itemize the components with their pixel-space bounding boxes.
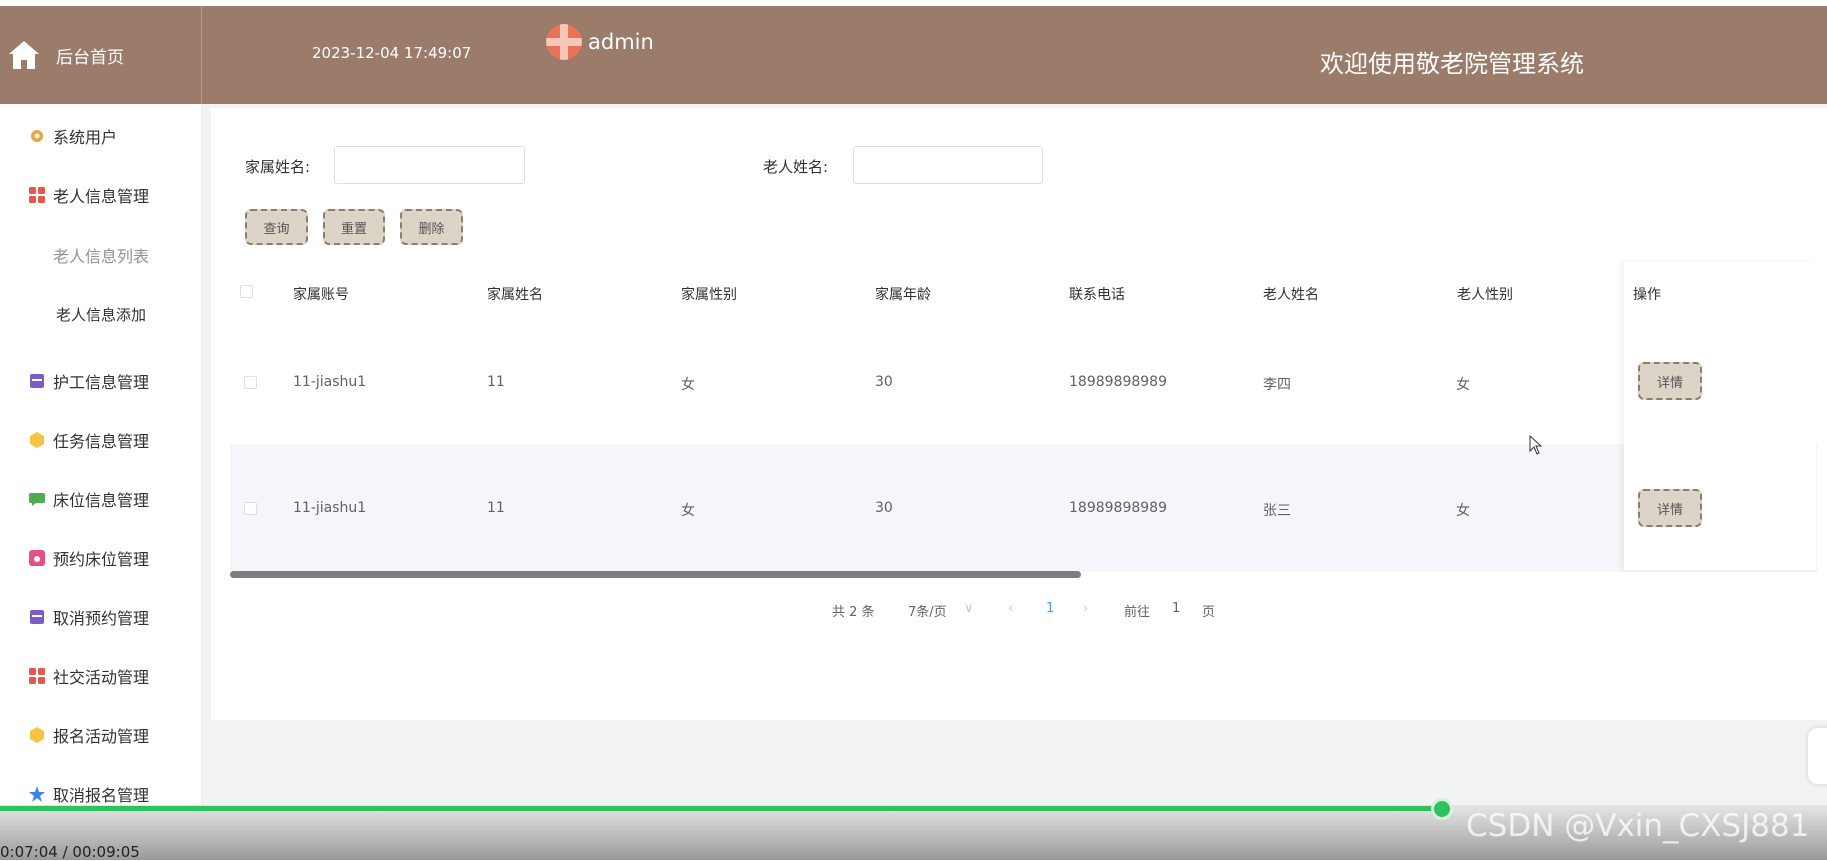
cell-elder-name: 李四 xyxy=(1263,377,1291,393)
col-header-family-gender: 家属性别 xyxy=(681,287,737,303)
star-icon xyxy=(29,786,45,802)
gear-icon xyxy=(31,130,43,142)
grid-icon xyxy=(29,668,45,684)
sidebar-item-label: 社交活动管理 xyxy=(53,668,150,687)
cell-elder-name: 张三 xyxy=(1263,503,1291,519)
cell-phone: 18989898989 xyxy=(1069,500,1167,516)
pagination-total: 共 2 条 xyxy=(832,605,875,620)
sidebar-item-elder-info[interactable]: 老人信息管理 xyxy=(0,175,202,215)
col-header-phone: 联系电话 xyxy=(1069,287,1125,303)
sidebar-item-caregiver[interactable]: 护工信息管理 xyxy=(0,361,202,401)
cell-phone: 18989898989 xyxy=(1069,374,1167,390)
family-name-input[interactable] xyxy=(334,146,525,184)
cell-family-name: 11 xyxy=(487,500,505,516)
welcome-title: 欢迎使用敬老院管理系统 xyxy=(1320,50,1584,78)
cube-icon xyxy=(30,727,44,743)
prev-page-icon[interactable]: ‹ xyxy=(1008,601,1013,616)
box-icon xyxy=(30,610,44,624)
col-header-family-age: 家属年龄 xyxy=(875,287,931,303)
sidebar-item-social-activity[interactable]: 社交活动管理 xyxy=(0,656,202,696)
sidebar-item-label: 老人信息列表 xyxy=(52,247,149,266)
avatar xyxy=(546,24,582,60)
elder-name-label: 老人姓名: xyxy=(763,158,829,176)
table-row-alt-bg xyxy=(230,444,1817,572)
floating-help-button[interactable] xyxy=(1808,728,1827,784)
next-page-icon[interactable]: › xyxy=(1083,601,1088,616)
goto-label: 前往 xyxy=(1124,605,1151,620)
camera-icon xyxy=(29,550,45,566)
cell-family-gender: 女 xyxy=(681,503,695,519)
sidebar-item-label: 报名活动管理 xyxy=(53,727,150,746)
cell-family-age: 30 xyxy=(875,374,893,390)
row-checkbox[interactable] xyxy=(244,502,257,515)
sidebar-item-signup-activity[interactable]: 报名活动管理 xyxy=(0,715,202,755)
family-name-label: 家属姓名: xyxy=(245,158,311,176)
home-label: 后台首页 xyxy=(56,47,124,68)
col-header-elder-name: 老人姓名 xyxy=(1263,287,1319,303)
col-header-family-name: 家属姓名 xyxy=(487,287,543,303)
row-checkbox[interactable] xyxy=(244,376,257,389)
sidebar-item-label: 取消预约管理 xyxy=(53,609,150,628)
datetime-display: 2023-12-04 17:49:07 xyxy=(312,44,472,62)
detail-button[interactable]: 详情 xyxy=(1638,362,1702,400)
chevron-down-icon[interactable]: ∨ xyxy=(964,601,974,616)
col-header-family-account: 家属账号 xyxy=(293,287,349,303)
horizontal-scrollbar[interactable] xyxy=(230,571,1081,578)
delete-button[interactable]: 删除 xyxy=(400,209,463,245)
page-size-select[interactable]: 7条/页 xyxy=(908,601,947,620)
sidebar-item-cancel-booking[interactable]: 取消预约管理 xyxy=(0,597,202,637)
page-number-current[interactable]: 1 xyxy=(1046,601,1054,616)
cell-family-account: 11-jiashu1 xyxy=(293,374,367,390)
username: admin xyxy=(588,30,654,54)
sidebar-item-label: 取消报名管理 xyxy=(53,786,150,805)
sidebar-subitem-elder-list[interactable]: 老人信息列表 xyxy=(0,237,202,273)
grid-icon xyxy=(29,187,45,203)
sidebar-item-label: 老人信息管理 xyxy=(53,187,150,206)
mouse-cursor-icon xyxy=(1529,435,1543,455)
detail-button[interactable]: 详情 xyxy=(1638,489,1702,527)
watermark: CSDN @Vxin_CXSJ881 xyxy=(1466,808,1810,844)
sidebar-item-label: 系统用户 xyxy=(53,128,118,147)
select-all-checkbox[interactable] xyxy=(240,285,253,298)
sidebar-item-label: 护工信息管理 xyxy=(53,373,150,392)
content-card xyxy=(211,108,1827,720)
col-header-elder-gender: 老人性别 xyxy=(1457,287,1513,303)
top-header: 后台首页 2023-12-04 17:49:07 admin 欢迎使用敬老院管理… xyxy=(0,6,1827,104)
sidebar-item-system-users[interactable]: 系统用户 xyxy=(0,116,202,156)
query-button[interactable]: 查询 xyxy=(245,209,308,245)
box-icon xyxy=(30,374,44,388)
goto-page-input[interactable]: 1 xyxy=(1172,601,1180,616)
sidebar-item-label: 床位信息管理 xyxy=(53,491,150,510)
cube-icon xyxy=(30,432,44,448)
cell-family-age: 30 xyxy=(875,500,893,516)
video-progress-handle[interactable] xyxy=(1431,798,1453,820)
cell-elder-gender: 女 xyxy=(1456,377,1470,393)
video-progress-bar[interactable] xyxy=(0,806,1440,811)
sidebar-item-label: 任务信息管理 xyxy=(53,432,150,451)
page-unit-label: 页 xyxy=(1202,605,1216,620)
sidebar-item-task[interactable]: 任务信息管理 xyxy=(0,420,202,460)
cell-elder-gender: 女 xyxy=(1456,503,1470,519)
cell-family-name: 11 xyxy=(487,374,505,390)
user-info[interactable]: admin xyxy=(546,24,654,60)
cell-family-gender: 女 xyxy=(681,377,695,393)
sidebar-item-bed[interactable]: 床位信息管理 xyxy=(0,479,202,519)
sidebar-item-label: 预约床位管理 xyxy=(53,550,150,569)
elder-name-input[interactable] xyxy=(853,146,1043,184)
cell-family-account: 11-jiashu1 xyxy=(293,500,367,516)
home-icon xyxy=(9,41,39,69)
reset-button[interactable]: 重置 xyxy=(323,209,385,245)
sidebar-item-label: 老人信息添加 xyxy=(55,305,146,324)
chat-icon xyxy=(29,493,45,506)
video-time: 0:07:04 / 00:09:05 xyxy=(0,843,140,861)
sidebar-subitem-elder-add[interactable]: 老人信息添加 xyxy=(0,296,202,332)
home-button[interactable]: 后台首页 xyxy=(0,6,202,104)
sidebar-item-bed-booking[interactable]: 预约床位管理 xyxy=(0,538,202,578)
col-header-action: 操作 xyxy=(1633,287,1661,303)
